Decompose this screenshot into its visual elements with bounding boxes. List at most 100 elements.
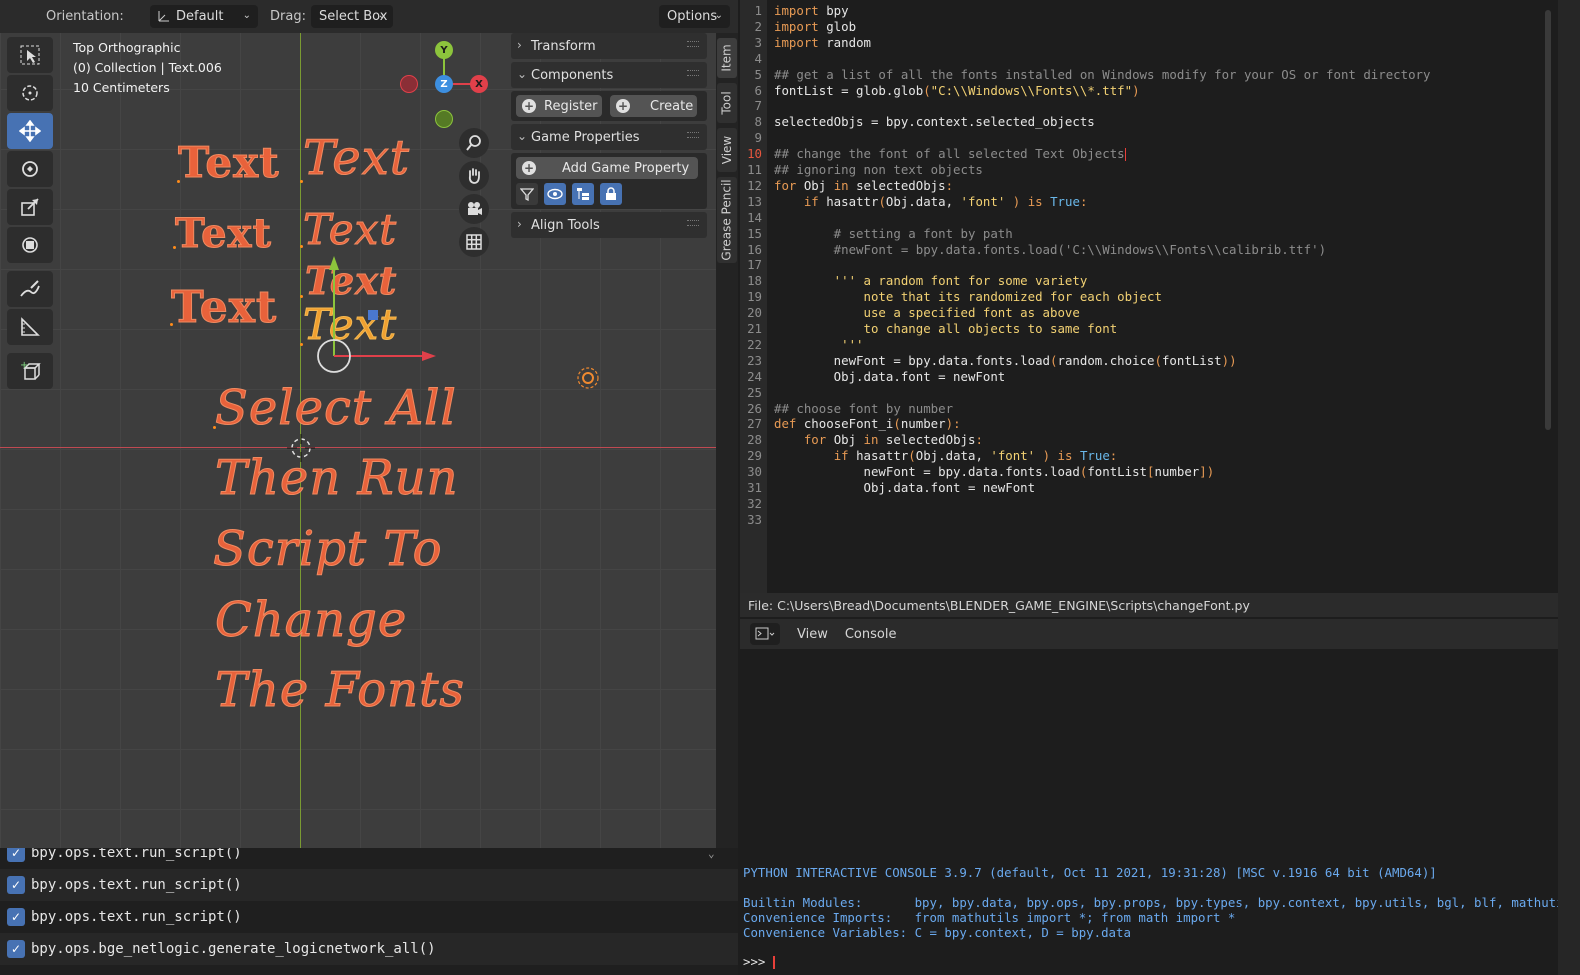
checkbox-icon[interactable]: ✓	[7, 908, 25, 926]
panel-title: Transform	[531, 38, 596, 54]
gizmo-z-axis[interactable]: Z	[435, 75, 453, 93]
lock-icon[interactable]	[600, 183, 622, 205]
code-text: ## change the font of all selected Text …	[774, 146, 1126, 162]
move-tool-icon[interactable]	[7, 113, 53, 149]
panel-game-properties[interactable]: ⌄ Game Properties	[511, 124, 707, 150]
tab-tool[interactable]: Tool	[717, 83, 737, 123]
info-log: ✓ bpy.ops.text.run_script() ⌄ ✓ bpy.ops.…	[0, 848, 738, 975]
pan-hand-icon[interactable]	[459, 161, 489, 191]
editor-type-dropdown[interactable]	[750, 623, 780, 645]
tab-grease-pencil[interactable]: Grease Pencil	[717, 177, 737, 263]
text-object[interactable]: Then Run	[214, 450, 458, 507]
gizmo-neg-x-axis[interactable]	[400, 75, 418, 93]
panel-transform[interactable]: › Transform	[511, 33, 707, 59]
plus-icon: +	[522, 161, 536, 175]
tab-view[interactable]: View	[717, 128, 737, 172]
log-row[interactable]: ✓ bpy.ops.bge_netlogic.generate_logicnet…	[0, 933, 738, 965]
select-box-icon[interactable]	[7, 37, 53, 73]
add-game-property-button[interactable]: + Add Game Property	[516, 157, 698, 179]
checkbox-icon[interactable]: ✓	[7, 940, 25, 958]
line-number: 6	[754, 82, 762, 98]
code-text: '''	[774, 336, 864, 352]
scale-tool-icon[interactable]	[7, 189, 53, 225]
line-number: 9	[754, 130, 762, 146]
console-prompt[interactable]: >>>	[743, 954, 775, 969]
text-object[interactable]: Change	[214, 592, 407, 649]
log-row[interactable]: ✓ bpy.ops.text.run_script()	[0, 869, 738, 901]
tab-label: Item	[720, 44, 735, 72]
3d-viewport[interactable]: Top Orthographic (0) Collection | Text.0…	[0, 0, 716, 848]
text-object[interactable]: Text	[170, 282, 277, 334]
code-text: to change all objects to same font	[774, 321, 1118, 336]
gizmo-x-axis[interactable]: X	[470, 75, 488, 93]
text-object[interactable]: Text	[302, 205, 397, 255]
line-number: 1	[754, 3, 762, 18]
origin-dot	[300, 295, 303, 298]
line-number: 27	[747, 416, 762, 432]
log-row[interactable]: ✓ bpy.ops.text.run_script()	[0, 901, 738, 933]
code-text: import glob	[774, 18, 857, 34]
tab-label: Tool	[720, 91, 734, 115]
right-region-strip	[1558, 0, 1580, 975]
menu-view[interactable]: View	[797, 627, 828, 642]
code-text: note that its randomized for each object	[774, 289, 1162, 305]
transform-tool-icon[interactable]	[7, 227, 53, 263]
panel-align-tools[interactable]: › Align Tools	[511, 212, 707, 238]
text-editor[interactable]: 1 import bpy 2 import glob 3 import random 4 5 #…	[740, 0, 1558, 593]
text-object[interactable]: The Fonts	[214, 662, 465, 719]
grid-icon[interactable]	[459, 227, 489, 257]
gizmo-y-axis[interactable]: Y	[435, 41, 453, 59]
panel-components[interactable]: ⌄ Components	[511, 62, 707, 88]
log-row[interactable]: ✓ bpy.ops.text.run_script() ⌄	[0, 848, 738, 869]
eye-icon[interactable]	[544, 183, 566, 205]
text-object[interactable]: Script To	[213, 521, 443, 578]
button-label: Create	[650, 98, 694, 114]
x-axis-line	[0, 447, 716, 448]
line-number: 24	[747, 368, 762, 384]
chevron-down-icon[interactable]: ⌄	[708, 848, 715, 860]
panel-title: Components	[531, 67, 614, 83]
measure-tool-icon[interactable]	[7, 309, 53, 345]
add-cube-icon[interactable]: +	[7, 353, 53, 389]
navigation-gizmo[interactable]: Y X Z	[400, 40, 492, 130]
log-text: bpy.ops.text.run_script()	[31, 909, 242, 925]
annotate-tool-icon[interactable]	[7, 271, 53, 307]
create-button[interactable]: + Create	[610, 95, 697, 117]
move-gizmo[interactable]	[310, 252, 440, 382]
chevron-down-icon: ⌄	[517, 67, 528, 81]
text-object[interactable]: Text	[302, 130, 410, 187]
drag-grip-icon[interactable]	[687, 132, 699, 138]
console-banner: PYTHON INTERACTIVE CONSOLE 3.9.7 (defaul…	[743, 865, 1437, 880]
drag-grip-icon[interactable]	[687, 220, 699, 226]
gizmo-neg-y-axis[interactable]	[435, 110, 453, 128]
rotate-tool-icon[interactable]	[7, 151, 53, 187]
checkbox-icon[interactable]: ✓	[7, 876, 25, 894]
text-object[interactable]: Text	[178, 138, 280, 188]
options-dropdown[interactable]: Options ⌄	[659, 5, 730, 28]
code-text: for Obj in selectedObjs:	[774, 177, 954, 193]
checkbox-icon[interactable]: ✓	[7, 848, 25, 862]
drag-grip-icon[interactable]	[687, 70, 699, 76]
console-builtin: Builtin Modules: bpy, bpy.data, bpy.ops,…	[743, 895, 1579, 910]
light-icon[interactable]	[574, 364, 602, 392]
line-number: 5	[754, 66, 762, 82]
line-number: 13	[747, 193, 762, 209]
line-number: 15	[747, 225, 762, 241]
hierarchy-icon[interactable]	[572, 183, 594, 205]
editor-scrollbar[interactable]	[1545, 10, 1551, 430]
camera-icon[interactable]	[459, 194, 489, 224]
filter-icon[interactable]	[516, 183, 538, 205]
code-text: import random	[774, 34, 871, 50]
cursor-tool-icon[interactable]	[7, 75, 53, 111]
drag-dropdown[interactable]: Select Box ⌄	[311, 5, 393, 28]
text-object[interactable]: Text	[175, 210, 272, 258]
chevron-down-icon: ⌄	[714, 10, 723, 21]
menu-console[interactable]: Console	[845, 627, 897, 642]
register-button[interactable]: + Register	[516, 95, 602, 117]
zoom-icon[interactable]	[459, 128, 489, 158]
python-console[interactable]: PYTHON INTERACTIVE CONSOLE 3.9.7 (defaul…	[740, 649, 1579, 975]
tab-item[interactable]: Item	[717, 38, 737, 78]
text-object[interactable]: Select All	[215, 380, 457, 437]
orientation-dropdown[interactable]: Default ⌄	[150, 5, 258, 28]
drag-grip-icon[interactable]	[687, 41, 699, 47]
